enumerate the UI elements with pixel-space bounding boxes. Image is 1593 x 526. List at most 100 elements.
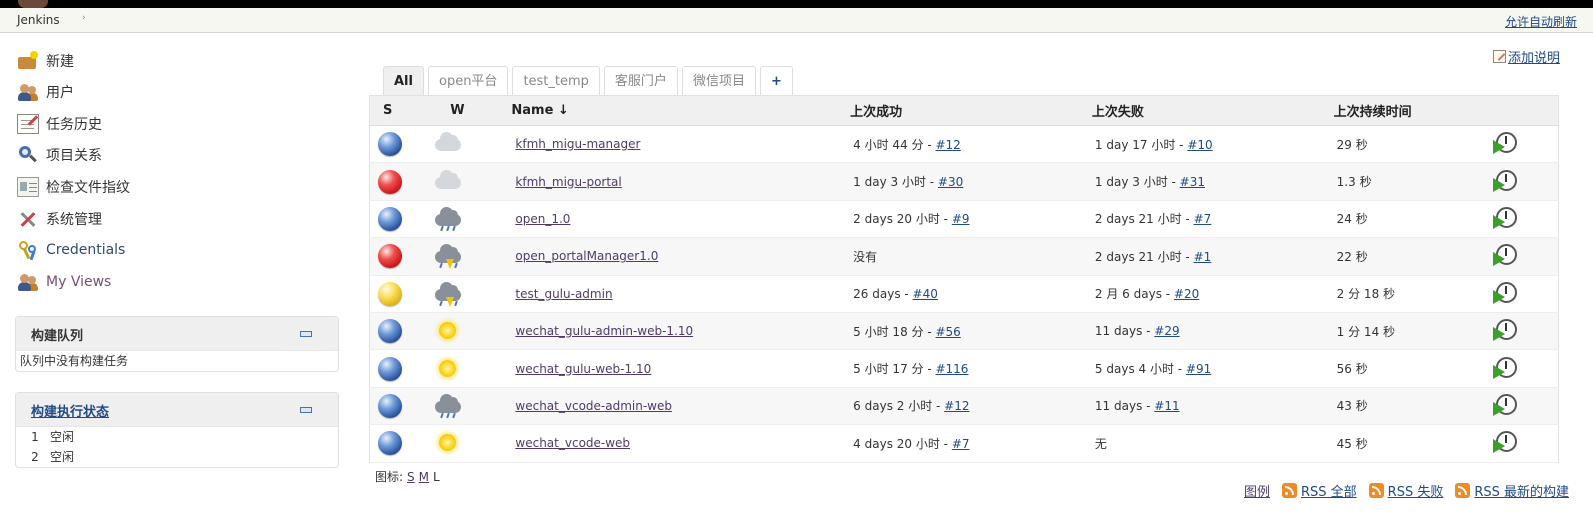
build-status-red-ball-icon[interactable] (378, 169, 402, 194)
projectstatus-table: S W Name ↓ 上次成功 上次失败 上次持续时间 kfmh_migu-ma… (369, 95, 1559, 463)
notepad-icon (17, 114, 39, 134)
breadcrumb-separator-icon[interactable]: › (82, 13, 86, 23)
schedule-build-icon[interactable] (1492, 431, 1517, 455)
rss-icon (1281, 483, 1297, 498)
weather-rain-icon[interactable] (433, 393, 465, 419)
sidebar-item-new[interactable]: 新建 (17, 49, 74, 73)
rss-latest-link[interactable]: RSS 最新的构建 (1455, 481, 1569, 500)
last-success-build-link[interactable]: #9 (952, 212, 970, 226)
weather-sunny-icon[interactable] (433, 430, 465, 456)
build-status-blue-ball-icon[interactable] (378, 132, 402, 157)
enable-autorefresh-link[interactable]: 允许自动刷新 (1505, 13, 1577, 30)
build-status-blue-ball-icon[interactable] (378, 356, 402, 381)
schedule-build-icon[interactable] (1492, 319, 1517, 343)
column-header-last-success[interactable]: 上次成功 (847, 95, 1089, 126)
job-name-link[interactable]: wechat_vcode-admin-web (515, 399, 672, 413)
last-duration-cell: 29 秒 (1330, 125, 1493, 164)
job-name-link[interactable]: open_portalManager1.0 (515, 249, 658, 263)
last-failure-build-link[interactable]: #29 (1154, 324, 1179, 338)
schedule-build-icon[interactable] (1492, 356, 1517, 381)
build-status-blue-ball-icon[interactable] (378, 431, 402, 456)
tab-wechat-projects[interactable]: 微信项目 (681, 66, 756, 95)
table-header-row: S W Name ↓ 上次成功 上次失败 上次持续时间 (369, 95, 1559, 126)
sidebar-item-build-history[interactable]: 任务历史 (17, 112, 102, 136)
column-header-last-failure[interactable]: 上次失败 (1088, 95, 1331, 126)
last-failure-time: 1 day 3 小时 - (1094, 175, 1180, 190)
rss-all-link[interactable]: RSS 全部 (1281, 481, 1357, 500)
schedule-build-icon[interactable] (1492, 244, 1517, 268)
job-name-link[interactable]: kfmh_migu-portal (515, 175, 621, 189)
job-name-link[interactable]: test_gulu-admin (515, 287, 612, 301)
last-failure-build-link[interactable]: #10 (1187, 138, 1212, 152)
last-success-build-link[interactable]: #116 (935, 362, 968, 376)
sidebar-item-my-views[interactable]: My Views (17, 270, 111, 294)
build-now-cell (1492, 162, 1559, 201)
job-name-link[interactable]: wechat_gulu-admin-web-1.10 (515, 324, 693, 338)
rss-bar: 图例 RSS 全部 RSS 失败 RSS 最新的构建 (1232, 481, 1569, 500)
last-success-build-link[interactable]: #30 (938, 175, 963, 189)
rss-failed-link[interactable]: RSS 失败 (1368, 481, 1443, 500)
tab-customer-portal[interactable]: 客服门户 (603, 66, 678, 95)
last-failure-build-link[interactable]: #31 (1180, 175, 1205, 189)
sidebar-item-users[interactable]: 用户 (17, 80, 74, 104)
column-header-status[interactable]: S (369, 95, 430, 126)
last-failure-build-link[interactable]: #20 (1174, 287, 1199, 301)
schedule-build-icon[interactable] (1492, 132, 1517, 156)
last-failure-build-link[interactable]: #7 (1194, 212, 1212, 226)
weather-sunny-icon[interactable] (433, 356, 465, 382)
weather-storm-icon[interactable] (433, 243, 465, 270)
tab-all[interactable]: All (383, 66, 424, 95)
column-header-name[interactable]: Name ↓ (505, 95, 848, 126)
tab-test-temp[interactable]: test_temp (512, 66, 600, 95)
last-failure-build-link[interactable]: #11 (1154, 399, 1179, 413)
last-success-build-link[interactable]: #12 (935, 138, 960, 152)
column-header-last-duration[interactable]: 上次持续时间 (1330, 95, 1493, 126)
last-success-cell: 5 小时 18 分 - #56 (847, 312, 1089, 351)
tab-open-platform[interactable]: open平台 (427, 66, 509, 95)
weather-sunny-icon[interactable] (433, 318, 465, 344)
schedule-build-icon[interactable] (1492, 206, 1517, 231)
last-success-build-link[interactable]: #40 (913, 287, 938, 301)
breadcrumb-jenkins[interactable]: Jenkins (17, 13, 60, 27)
sidebar-item-project-relationship[interactable]: 项目关系 (17, 143, 102, 167)
status-cell (369, 424, 430, 463)
collapse-minus-icon[interactable] (300, 407, 312, 413)
last-failure-build-link[interactable]: #1 (1194, 250, 1212, 264)
build-status-blue-ball-icon[interactable] (378, 206, 402, 231)
last-success-build-link[interactable]: #7 (952, 437, 970, 451)
last-duration-cell: 22 秒 (1330, 237, 1493, 276)
build-status-blue-ball-icon[interactable] (378, 319, 402, 344)
sidebar-item-fingerprint[interactable]: 检查文件指纹 (17, 175, 130, 199)
weather-cloudy-icon[interactable] (433, 131, 465, 157)
job-name-link[interactable]: wechat_vcode-web (515, 436, 630, 450)
last-failure-build-link[interactable]: #91 (1186, 362, 1211, 376)
last-success-build-link[interactable]: #12 (944, 399, 969, 413)
weather-cloudy-icon[interactable] (433, 169, 465, 195)
last-success-build-link[interactable]: #56 (935, 325, 960, 339)
build-status-blue-ball-icon[interactable] (378, 393, 402, 418)
job-name-link[interactable]: kfmh_migu-manager (515, 137, 640, 151)
icon-size-small-link[interactable]: S (407, 470, 415, 484)
add-description-link[interactable]: 添加说明 (1492, 47, 1560, 66)
collapse-minus-icon[interactable] (300, 331, 312, 337)
executors-title-link[interactable]: 构建执行状态 (31, 401, 109, 420)
jenkins-logo[interactable] (18, 0, 48, 8)
build-status-red-ball-icon[interactable] (378, 244, 402, 269)
last-success-time: 6 days 2 小时 - (853, 399, 945, 414)
weather-storm-icon[interactable] (433, 281, 465, 307)
new-view-tab[interactable]: + (759, 66, 793, 95)
column-header-weather[interactable]: W (429, 95, 506, 126)
schedule-build-icon[interactable] (1492, 281, 1517, 306)
weather-rain-icon[interactable] (433, 206, 465, 232)
job-name-cell: test_gulu-admin (505, 275, 848, 313)
schedule-build-icon[interactable] (1492, 169, 1517, 194)
job-name-link[interactable]: wechat_gulu-web-1.10 (515, 362, 651, 376)
search-icon (17, 145, 39, 165)
sidebar-item-credentials[interactable]: Credentials (17, 238, 125, 262)
job-name-link[interactable]: open_1.0 (515, 212, 570, 226)
schedule-build-icon[interactable] (1492, 393, 1517, 418)
sidebar-item-manage[interactable]: 系统管理 (17, 207, 102, 231)
legend-link[interactable]: 图例 (1244, 481, 1270, 500)
build-status-yellow-ball-icon[interactable] (378, 281, 402, 306)
icon-size-medium-link[interactable]: M (419, 470, 429, 484)
